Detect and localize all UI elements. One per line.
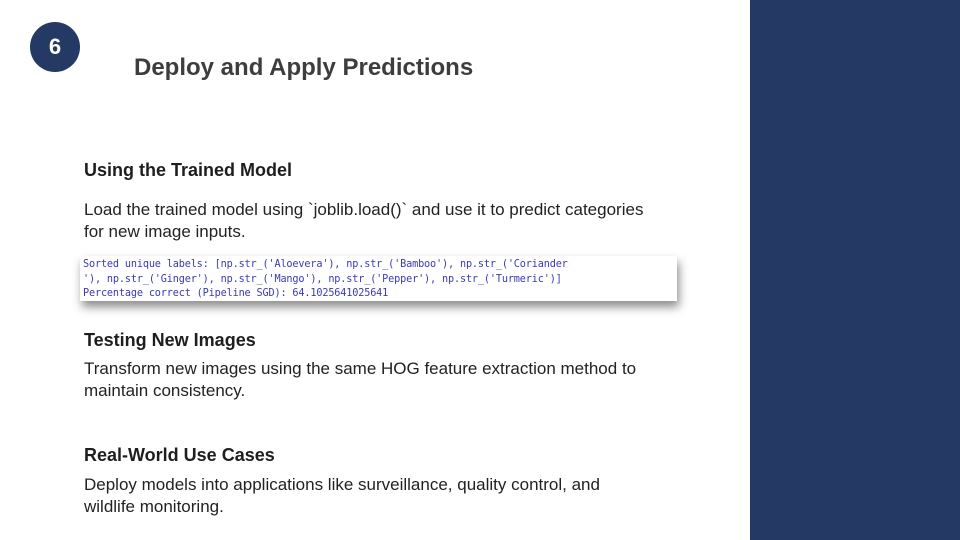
section-body-trained-model: Load the trained model using `joblib.loa…	[84, 200, 644, 241]
section-body-use-cases: Deploy models into applications like sur…	[84, 475, 600, 516]
code-output-screenshot: Sorted unique labels: [np.str_('Aloevera…	[80, 256, 677, 301]
code-output-line: '), np.str_('Ginger'), np.str_('Mango'),…	[83, 273, 562, 285]
section-heading-trained-model: Using the Trained Model	[84, 160, 293, 180]
section-heading-use-cases: Real-World Use Cases	[84, 445, 275, 465]
code-output-line: Sorted unique labels: [np.str_('Aloevera…	[83, 259, 568, 270]
decorative-side-panel	[750, 0, 960, 540]
section-heading-testing-images: Testing New Images	[84, 330, 256, 350]
page-title: Deploy and Apply Predictions	[134, 54, 474, 81]
section-body-testing-images: Transform new images using the same HOG …	[84, 359, 637, 400]
code-output-line: Percentage correct (Pipeline SGD): 64.10…	[83, 288, 389, 299]
step-number-badge: 6	[30, 22, 80, 72]
